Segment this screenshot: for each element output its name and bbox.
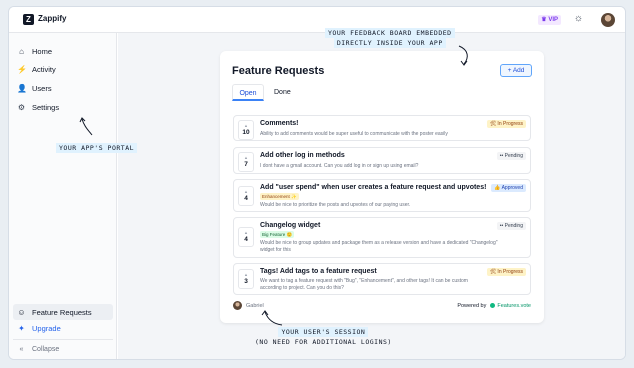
upvote-button[interactable]: ▲ 3 <box>238 269 254 289</box>
sidebar-item-feature-requests[interactable]: ☺ Feature Requests <box>13 304 113 320</box>
app-logo[interactable]: Z <box>23 14 34 25</box>
board-title: Feature Requests <box>232 65 325 77</box>
user-avatar[interactable] <box>601 13 615 27</box>
request-item[interactable]: ▲ 10 Comments! Ability to add comments wo… <box>233 115 531 141</box>
request-tag: Big Feature 🙂 <box>260 231 295 238</box>
users-icon: 👤 <box>17 83 27 93</box>
main-content: Feature Requests + Add Open Done ▲ 10 Com… <box>118 33 625 359</box>
request-title: Changelog widget <box>260 222 321 229</box>
request-description: Would be nice to group updates and packa… <box>260 240 498 253</box>
collapse-icon: « <box>19 346 24 353</box>
annotation-line: YOUR USER'S SESSION <box>278 327 369 337</box>
vote-count: 4 <box>244 195 248 202</box>
top-bar: Z Zappify ♛ VIP ☼ <box>9 7 625 33</box>
feature-requests-icon: ☺ <box>17 307 26 317</box>
brand-logo-icon <box>490 303 496 308</box>
status-badge: 👍 Approved <box>491 184 526 192</box>
upgrade-label: Upgrade <box>32 324 61 333</box>
request-title: Tags! Add tags to a feature request <box>260 268 377 275</box>
home-icon: ⌂ <box>19 46 24 56</box>
upvote-button[interactable]: ▲ 7 <box>238 152 254 172</box>
request-description: I dont have a gmail account. Can you add… <box>260 163 419 169</box>
annotation-session: YOUR USER'S SESSION (NO NEED FOR ADDITIO… <box>255 327 392 347</box>
upvote-button[interactable]: ▲ 4 <box>238 186 254 206</box>
sidebar-item-users[interactable]: 👤 Users <box>9 80 117 96</box>
request-item[interactable]: ▲ 4 Changelog widget Big Feature 🙂 Would … <box>233 217 531 258</box>
annotation-line: YOUR FEEDBACK BOARD EMBEDDED <box>325 28 455 38</box>
annotation-line: YOUR APP'S PORTAL <box>56 143 138 153</box>
theme-toggle-icon[interactable]: ☼ <box>574 13 583 25</box>
tab-done[interactable]: Done <box>267 84 298 101</box>
status-badge: •• Pending <box>496 152 526 160</box>
status-badge: 🛠 In Progress <box>486 120 526 128</box>
brand-name: Features.vote <box>497 303 531 309</box>
activity-icon: ⚡ <box>17 64 27 74</box>
request-title: Comments! <box>260 120 299 127</box>
collapse-button[interactable]: « Collapse <box>17 346 60 353</box>
request-description: We want to tag a feature request with "B… <box>260 278 468 291</box>
request-tag: Enhancement ✨ <box>260 193 299 200</box>
request-description: Ability to add comments would be super u… <box>260 131 448 137</box>
sidebar-item-label: Feature Requests <box>32 307 92 317</box>
divider <box>13 339 113 340</box>
upvote-button[interactable]: ▲ 4 <box>238 227 254 247</box>
gear-icon: ⚙ <box>17 102 26 112</box>
annotation-arrow <box>79 117 93 136</box>
collapse-label: Collapse <box>32 346 60 353</box>
powered-by-label: Powered by <box>457 303 487 309</box>
sidebar-item-label: Users <box>32 83 52 93</box>
sidebar: ⌂ Home ⚡ Activity 👤 Users ⚙ Settings ☺ F… <box>9 33 117 359</box>
vote-count: 4 <box>244 236 248 243</box>
powered-by[interactable]: Powered by Features.vote <box>457 303 531 309</box>
session-avatar <box>233 301 242 310</box>
status-badge: •• Pending <box>496 222 526 230</box>
vip-label: VIP <box>548 17 558 23</box>
sidebar-item-settings[interactable]: ⚙ Settings <box>9 99 117 115</box>
sidebar-item-label: Settings <box>32 102 60 112</box>
annotation-line: DIRECTLY INSIDE YOUR APP <box>333 38 446 48</box>
app-name: Zappify <box>38 14 67 23</box>
vote-count: 3 <box>244 278 248 285</box>
sidebar-item-label: Activity <box>32 64 56 74</box>
annotation-portal: YOUR APP'S PORTAL <box>56 143 138 153</box>
sidebar-item-activity[interactable]: ⚡ Activity <box>9 61 117 77</box>
vote-count: 10 <box>242 129 250 136</box>
annotation-line: (NO NEED FOR ADDITIONAL LOGINS) <box>255 338 392 346</box>
status-badge: 🛠 In Progress <box>486 268 526 276</box>
feedback-board: Feature Requests + Add Open Done ▲ 10 Com… <box>220 51 544 323</box>
app-window: Z Zappify ♛ VIP ☼ ⌂ Home ⚡ Activity 👤 Us… <box>8 6 626 360</box>
sidebar-item-home[interactable]: ⌂ Home <box>9 43 117 59</box>
request-title: Add other log in methods <box>260 152 345 159</box>
request-item[interactable]: ▲ 4 Add "user spend" when user creates a … <box>233 179 531 212</box>
vote-count: 7 <box>244 161 248 168</box>
annotation-arrow <box>458 45 468 66</box>
sparkle-icon: ✦ <box>18 324 25 333</box>
tab-open[interactable]: Open <box>232 84 264 101</box>
request-item[interactable]: ▲ 7 Add other log in methods I dont have … <box>233 147 531 174</box>
request-title: Add "user spend" when user creates a fea… <box>260 184 487 191</box>
request-item[interactable]: ▲ 3 Tags! Add tags to a feature request W… <box>233 263 531 295</box>
request-description: Would be nice to prioritize the posts an… <box>260 202 411 208</box>
vip-badge[interactable]: ♛ VIP <box>538 15 561 25</box>
annotation-board-embed: YOUR FEEDBACK BOARD EMBEDDED DIRECTLY IN… <box>325 28 455 48</box>
upgrade-link[interactable]: ✦ Upgrade <box>17 324 61 333</box>
add-request-button[interactable]: + Add <box>500 64 532 77</box>
upvote-button[interactable]: ▲ 10 <box>238 120 254 140</box>
annotation-arrow <box>261 310 283 326</box>
sidebar-item-label: Home <box>32 46 53 56</box>
